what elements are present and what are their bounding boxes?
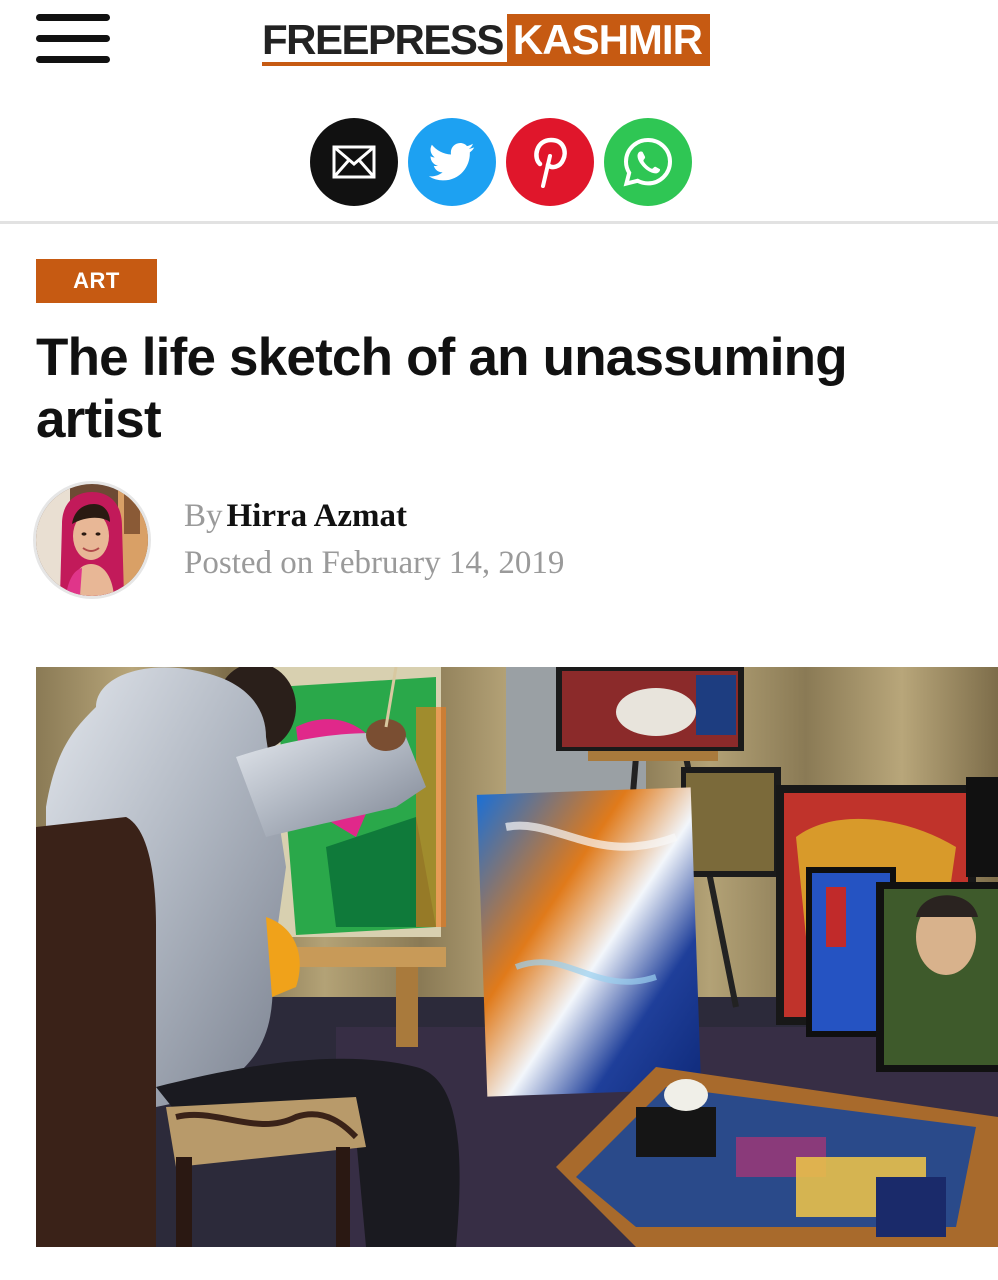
logo-kashmir: KASHMIR xyxy=(506,14,710,66)
byline: By Hirra Azmat xyxy=(184,498,407,535)
share-whatsapp-button[interactable] xyxy=(604,118,692,206)
whatsapp-phone-icon xyxy=(623,137,673,187)
hamburger-menu-icon[interactable] xyxy=(36,14,110,64)
category-badge[interactable]: ART xyxy=(36,259,157,303)
share-twitter-button[interactable] xyxy=(408,118,496,206)
site-logo[interactable]: FREEPRESS KASHMIR xyxy=(262,14,710,66)
site-header: FREEPRESS KASHMIR xyxy=(0,0,998,90)
date-value: February 14, 2019 xyxy=(321,545,565,581)
article-title: The life sketch of an unassuming artist xyxy=(36,328,848,449)
logo-freepress: FREEPRESS xyxy=(262,14,507,66)
share-buttons xyxy=(310,118,692,206)
author-avatar[interactable] xyxy=(36,484,148,596)
by-prefix: By xyxy=(184,498,223,534)
share-pinterest-button[interactable] xyxy=(506,118,594,206)
hero-image xyxy=(36,667,998,1247)
envelope-icon xyxy=(332,145,376,179)
date-prefix: Posted on xyxy=(184,545,314,581)
author-name-link[interactable]: Hirra Azmat xyxy=(227,498,408,534)
author-photo xyxy=(36,484,148,596)
pinterest-p-icon xyxy=(534,137,567,188)
hero-photo-artist-painting xyxy=(36,667,998,1247)
post-date: Posted on February 14, 2019 xyxy=(184,545,564,582)
twitter-bird-icon xyxy=(429,143,475,181)
header-divider xyxy=(0,221,998,224)
share-email-button[interactable] xyxy=(310,118,398,206)
